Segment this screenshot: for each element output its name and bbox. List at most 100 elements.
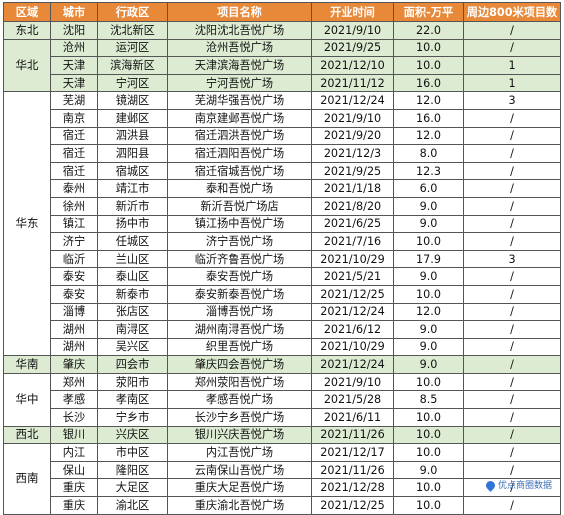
nearby-count-cell: / (463, 267, 561, 286)
table-row: 济宁 任城区 济宁吾悦广场 2021/7/16 10.0/ (4, 232, 561, 251)
table-row: 华南 肇庆 四会市 肇庆四会吾悦广场 2021/12/24 9.0/ (3, 355, 561, 374)
opening-date-cell: 2021/12/28 (311, 478, 394, 498)
mall-opening-table: 区域 城市 行政区 项目名称 开业时间 面积-万平 周边800米项目数 东北 沈阳… (3, 2, 561, 515)
table-row: 重庆 大足区 重庆大足吾悦广场 2021/12/28 10.0/ (4, 478, 561, 498)
opening-date-cell: 2021/1/18 (311, 179, 394, 198)
city-cell: 肇庆 (50, 355, 98, 374)
district-cell: 宁河区 (97, 73, 168, 93)
table-row: 宿迁 宿城区 宿迁宿城吾悦广场 2021/9/25 12.3/ (4, 161, 561, 181)
opening-date-cell: 2021/9/20 (311, 126, 394, 146)
opening-date-cell: 2021/7/16 (311, 232, 394, 251)
project-name-cell: 镇江扬中吾悦广场 (167, 214, 312, 234)
city-cell: 郑州 (50, 372, 98, 392)
nearby-count-cell: / (463, 144, 561, 163)
nearby-count-cell: / (463, 460, 561, 480)
nearby-count-cell: / (463, 320, 561, 339)
city-cell: 宿迁 (50, 144, 98, 163)
opening-date-cell: 2021/9/25 (311, 161, 394, 181)
nearby-count-cell: / (463, 390, 561, 410)
map-pin-icon (484, 479, 497, 492)
opening-date-cell: 2021/12/24 (311, 302, 394, 322)
city-cell: 内江 (50, 443, 98, 462)
area-cell: 10.0 (393, 443, 464, 462)
nearby-count-cell: / (463, 179, 561, 198)
opening-date-cell: 2021/6/11 (311, 408, 394, 427)
project-name-cell: 重庆大足吾悦广场 (167, 478, 312, 498)
district-cell: 隆阳区 (97, 460, 168, 480)
city-cell: 重庆 (50, 478, 98, 498)
brand-logo-text: 优点商圈数据 (498, 481, 553, 491)
opening-date-cell: 2021/9/10 (311, 108, 394, 128)
district-cell: 孝南区 (97, 390, 168, 410)
district-cell: 新沂市 (97, 196, 168, 216)
nearby-count-cell: / (463, 372, 561, 392)
header-project-name: 项目名称 (167, 2, 312, 22)
table-row: 东北 沈阳 沈北新区 沈阳沈北吾悦广场 2021/9/10 22.0/ (3, 21, 561, 40)
nearby-count-cell: 3 (463, 249, 561, 269)
district-cell: 宿城区 (97, 161, 168, 181)
area-cell: 12.0 (393, 302, 464, 322)
district-cell: 荥阳市 (97, 372, 168, 392)
project-name-cell: 济宁吾悦广场 (167, 232, 312, 251)
table-row: 保山 隆阳区 云南保山吾悦广场 2021/11/26 9.0/ (4, 460, 561, 480)
table-row: 长沙 宁乡市 长沙宁乡吾悦广场 2021/6/11 10.0/ (4, 408, 561, 427)
project-name-cell: 淄博吾悦广场 (167, 302, 312, 322)
opening-date-cell: 2021/10/29 (311, 337, 394, 357)
nearby-count-cell: / (463, 108, 561, 128)
opening-date-cell: 2021/12/10 (311, 56, 394, 75)
table-row: 西北 银川 兴庆区 银川兴庆吾悦广场 2021/11/26 10.0/ (3, 425, 561, 445)
nearby-count-cell: / (463, 214, 561, 234)
project-name-cell: 宿迁泗洪吾悦广场 (167, 126, 312, 146)
project-name-cell: 天津滨海吾悦广场 (167, 56, 312, 75)
project-name-cell: 宁河吾悦广场 (167, 73, 312, 93)
project-name-cell: 沧州吾悦广场 (167, 38, 312, 58)
nearby-count-cell: / (463, 425, 561, 445)
opening-date-cell: 2021/11/26 (311, 460, 394, 480)
area-cell: 12.0 (393, 91, 464, 110)
district-cell: 宁乡市 (97, 408, 168, 427)
opening-date-cell: 2021/5/21 (311, 267, 394, 286)
project-name-cell: 泰和吾悦广场 (167, 179, 312, 198)
table-row: 西南 内江 市中区 内江吾悦广场 2021/12/17 10.0/ (3, 443, 561, 515)
area-cell: 10.0 (393, 496, 464, 515)
area-cell: 10.0 (393, 425, 464, 445)
region-cell: 华北 (3, 38, 51, 93)
area-cell: 8.0 (393, 144, 464, 163)
district-cell: 兴庆区 (97, 425, 168, 445)
district-cell: 吴兴区 (97, 337, 168, 357)
header-city: 城市 (50, 2, 98, 22)
area-cell: 12.0 (393, 126, 464, 146)
nearby-count-cell: / (463, 302, 561, 322)
opening-date-cell: 2021/12/25 (311, 284, 394, 304)
header-region: 区域 (3, 2, 51, 22)
project-name-cell: 郑州荥阳吾悦广场 (167, 372, 312, 392)
district-cell: 建邺区 (97, 108, 168, 128)
district-cell: 南浔区 (97, 320, 168, 339)
project-name-cell: 沈阳沈北吾悦广场 (167, 21, 312, 40)
area-cell: 16.0 (393, 108, 464, 128)
table-row: 孝感 孝南区 孝感吾悦广场 2021/5/28 8.5/ (4, 390, 561, 410)
district-cell: 镜湖区 (97, 91, 168, 110)
nearby-count-cell: / (463, 443, 561, 462)
nearby-count-cell: / (463, 161, 561, 181)
city-cell: 济宁 (50, 232, 98, 251)
region-cell: 西南 (3, 443, 51, 515)
region-cell: 东北 (3, 21, 51, 40)
project-name-cell: 宿迁宿城吾悦广场 (167, 161, 312, 181)
city-cell: 泰安 (50, 267, 98, 286)
project-name-cell: 芜湖华强吾悦广场 (167, 91, 312, 110)
project-name-cell: 织里吾悦广场 (167, 337, 312, 357)
city-cell: 宿迁 (50, 126, 98, 146)
table-row: 天津 滨海新区 天津滨海吾悦广场 2021/12/10 10.0 1 (4, 56, 561, 75)
city-cell: 重庆 (50, 496, 98, 515)
area-cell: 6.0 (393, 179, 464, 198)
city-cell: 湖州 (50, 320, 98, 339)
area-cell: 9.0 (393, 460, 464, 480)
nearby-count-cell: / (463, 355, 561, 374)
district-cell: 扬中市 (97, 214, 168, 234)
table-row: 宿迁 泗阳县 宿迁泗阳吾悦广场 2021/12/3 8.0/ (4, 144, 561, 163)
opening-date-cell: 2021/12/3 (311, 144, 394, 163)
table-row: 湖州 南浔区 湖州南浔吾悦广场 2021/6/12 9.0/ (4, 320, 561, 339)
city-cell: 芜湖 (50, 91, 98, 110)
project-name-cell: 肇庆四会吾悦广场 (167, 355, 312, 374)
